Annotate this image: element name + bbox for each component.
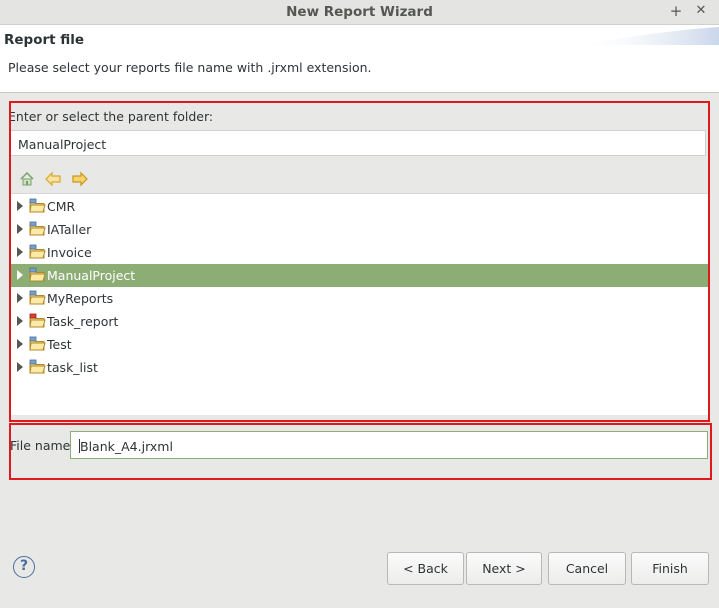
tree-item-cmr[interactable]: CMR <box>9 195 708 218</box>
back-arrow-icon[interactable] <box>44 170 62 188</box>
project-folder-icon <box>29 336 46 351</box>
maximize-button[interactable]: + <box>667 2 685 20</box>
tree-item-invoice[interactable]: Invoice <box>9 241 708 264</box>
tree-item-task-list[interactable]: task_list <box>9 356 708 379</box>
help-icon[interactable]: ? <box>13 556 35 578</box>
folder-toolbar <box>9 166 708 192</box>
project-folder-icon <box>29 290 46 305</box>
tree-item-label: ManualProject <box>47 268 136 283</box>
expand-arrow-icon[interactable] <box>17 201 23 211</box>
expand-arrow-icon[interactable] <box>17 339 23 349</box>
tree-footer <box>9 415 708 423</box>
parent-folder-input[interactable]: ManualProject <box>9 130 706 156</box>
next-button[interactable]: Next > <box>466 552 542 585</box>
tree-item-label: Invoice <box>47 245 92 260</box>
tree-item-label: CMR <box>47 199 76 214</box>
tree-item-iataller[interactable]: IATaller <box>9 218 708 241</box>
file-name-value: Blank_A4.jrxml <box>80 439 173 454</box>
tree-item-label: Test <box>47 337 72 352</box>
project-folder-icon <box>29 198 46 213</box>
close-button[interactable]: ✕ <box>692 2 710 20</box>
project-folder-icon <box>29 267 46 282</box>
cancel-button[interactable]: Cancel <box>548 552 626 585</box>
tree-item-label: MyReports <box>47 291 114 306</box>
expand-arrow-icon[interactable] <box>17 270 23 280</box>
page-title: Report file <box>4 32 85 48</box>
tree-item-task-report[interactable]: Task_report <box>9 310 708 333</box>
expand-arrow-icon[interactable] <box>17 316 23 326</box>
tree-item-label: task_list <box>47 360 98 375</box>
page-description: Please select your reports file name wit… <box>8 60 372 75</box>
expand-arrow-icon[interactable] <box>17 224 23 234</box>
header-banner-graphic <box>569 27 719 45</box>
title-bar: New Report Wizard + ✕ <box>0 0 719 25</box>
window-title: New Report Wizard <box>286 4 433 20</box>
tree-item-manualproject[interactable]: ManualProject <box>9 264 708 287</box>
home-icon[interactable] <box>18 170 36 188</box>
expand-arrow-icon[interactable] <box>17 293 23 303</box>
tree-item-test[interactable]: Test <box>9 333 708 356</box>
wizard-header: Report file Please select your reports f… <box>0 25 719 93</box>
forward-arrow-icon[interactable] <box>71 170 89 188</box>
folder-tree[interactable]: CMR IATaller Invoice ManualProject MyRep… <box>9 193 708 416</box>
project-folder-icon <box>29 244 46 259</box>
expand-arrow-icon[interactable] <box>17 362 23 372</box>
parent-folder-label: Enter or select the parent folder: <box>8 109 214 124</box>
project-folder-icon <box>29 359 46 374</box>
back-button[interactable]: < Back <box>387 552 464 585</box>
tree-item-label: Task_report <box>47 314 119 329</box>
project-folder-error-icon <box>29 313 46 328</box>
finish-button[interactable]: Finish <box>631 552 709 585</box>
tree-item-label: IATaller <box>47 222 92 237</box>
project-folder-icon <box>29 221 46 236</box>
expand-arrow-icon[interactable] <box>17 247 23 257</box>
tree-item-myreports[interactable]: MyReports <box>9 287 708 310</box>
file-name-input[interactable]: Blank_A4.jrxml <box>70 431 708 459</box>
file-name-label: File name: <box>10 438 75 453</box>
